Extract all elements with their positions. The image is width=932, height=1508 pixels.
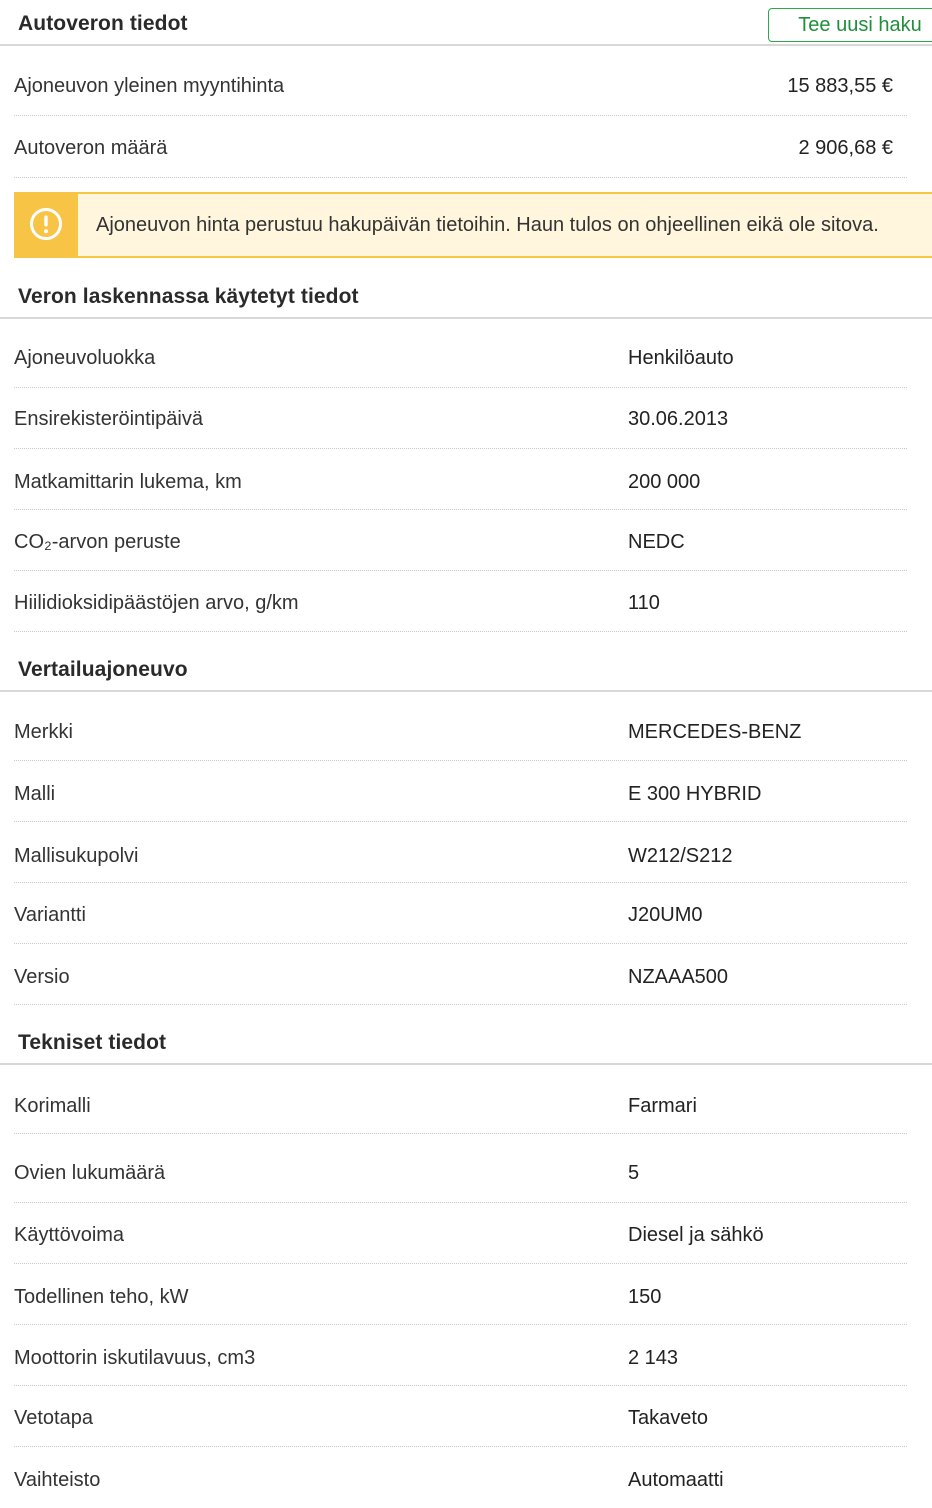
- tax-basis-row: CO₂-arvon peruste NEDC: [14, 510, 907, 571]
- summary-row-tax: Autoveron määrä 2 906,68 €: [14, 116, 907, 178]
- tax-basis-row: Matkamittarin lukema, km 200 000: [14, 449, 907, 510]
- technical-row: Ovien lukumäärä 5: [14, 1134, 907, 1203]
- row-value: Takaveto: [628, 1407, 709, 1429]
- row-value: 30.06.2013: [628, 408, 729, 430]
- row-label: CO₂-arvon peruste: [14, 531, 181, 553]
- row-value: 110: [628, 592, 660, 614]
- row-label: Käyttövoima: [14, 1224, 125, 1246]
- tax-info-header: Autoveron tiedot Tee uusi haku: [0, 2, 932, 46]
- row-label: Autoveron määrä: [14, 137, 168, 159]
- row-label: Mallisukupolvi: [14, 845, 139, 867]
- exclamation-circle-icon: [30, 208, 62, 240]
- row-value: W212/S212: [628, 845, 733, 867]
- row-label: Moottorin iskutilavuus, cm3: [14, 1347, 256, 1369]
- row-value: Farmari: [628, 1095, 697, 1117]
- row-value: MERCEDES-BENZ: [628, 721, 802, 743]
- tax-basis-title: Veron laskennassa käytetyt tiedot: [18, 285, 359, 308]
- notice-text: Ajoneuvon hinta perustuu hakupäivän tiet…: [96, 214, 879, 236]
- tax-basis-row: Ensirekisteröintipäivä 30.06.2013: [14, 388, 907, 449]
- tax-info-title: Autoveron tiedot: [18, 12, 188, 35]
- comparison-row: Variantti J20UM0: [14, 883, 907, 944]
- new-search-button[interactable]: Tee uusi haku: [768, 8, 932, 42]
- row-value: 2 143: [628, 1347, 679, 1369]
- tax-basis-header: Veron laskennassa käytetyt tiedot: [0, 275, 932, 319]
- row-label: Variantti: [14, 904, 86, 926]
- row-value: E 300 HYBRID: [628, 783, 762, 805]
- row-label: Ovien lukumäärä: [14, 1162, 166, 1184]
- info-notice: Ajoneuvon hinta perustuu hakupäivän tiet…: [14, 192, 932, 258]
- row-label: Hiilidioksidipäästöjen arvo, g/km: [14, 592, 299, 614]
- comparison-row: Merkki MERCEDES-BENZ: [14, 700, 907, 761]
- row-value: Diesel ja sähkö: [628, 1224, 764, 1246]
- technical-row: Moottorin iskutilavuus, cm3 2 143: [14, 1325, 907, 1386]
- row-value: Automaatti: [628, 1469, 724, 1491]
- row-value: Henkilöauto: [628, 347, 734, 369]
- row-label: Merkki: [14, 721, 73, 743]
- row-value: 150: [628, 1286, 662, 1308]
- technical-row: Käyttövoima Diesel ja sähkö: [14, 1203, 907, 1264]
- notice-icon-box: [14, 192, 78, 258]
- row-value: 5: [628, 1162, 640, 1184]
- row-label: Versio: [14, 966, 70, 988]
- comparison-vehicle-header: Vertailuajoneuvo: [0, 648, 932, 692]
- summary-row-price: Ajoneuvon yleinen myyntihinta 15 883,55 …: [14, 56, 907, 116]
- row-value: NZAAA500: [628, 966, 729, 988]
- technical-row: Vetotapa Takaveto: [14, 1386, 907, 1447]
- technical-row: Korimalli Farmari: [14, 1073, 907, 1134]
- row-label: Malli: [14, 783, 56, 805]
- technical-header: Tekniset tiedot: [0, 1021, 932, 1065]
- comparison-vehicle-title: Vertailuajoneuvo: [18, 658, 188, 681]
- row-label: Todellinen teho, kW: [14, 1286, 189, 1308]
- row-label: Ensirekisteröintipäivä: [14, 408, 203, 430]
- row-label: Ajoneuvon yleinen myyntihinta: [14, 75, 285, 97]
- row-label: Matkamittarin lukema, km: [14, 471, 242, 493]
- row-value: 2 906,68 €: [798, 137, 893, 159]
- row-value: 15 883,55 €: [787, 75, 893, 97]
- row-label: Vetotapa: [14, 1407, 93, 1429]
- comparison-row: Mallisukupolvi W212/S212: [14, 822, 907, 883]
- technical-title: Tekniset tiedot: [18, 1031, 167, 1054]
- technical-row: Vaihteisto Automaatti: [14, 1447, 907, 1508]
- row-value: J20UM0: [628, 904, 703, 926]
- row-value: NEDC: [628, 531, 685, 553]
- row-label: Ajoneuvoluokka: [14, 347, 156, 369]
- technical-row: Todellinen teho, kW 150: [14, 1264, 907, 1325]
- row-label: Korimalli: [14, 1095, 91, 1117]
- tax-basis-row: Ajoneuvoluokka Henkilöauto: [14, 327, 907, 388]
- row-label: Vaihteisto: [14, 1469, 101, 1491]
- comparison-row: Malli E 300 HYBRID: [14, 761, 907, 822]
- comparison-row: Versio NZAAA500: [14, 944, 907, 1005]
- row-value: 200 000: [628, 471, 701, 493]
- tax-basis-row: Hiilidioksidipäästöjen arvo, g/km 110: [14, 571, 907, 632]
